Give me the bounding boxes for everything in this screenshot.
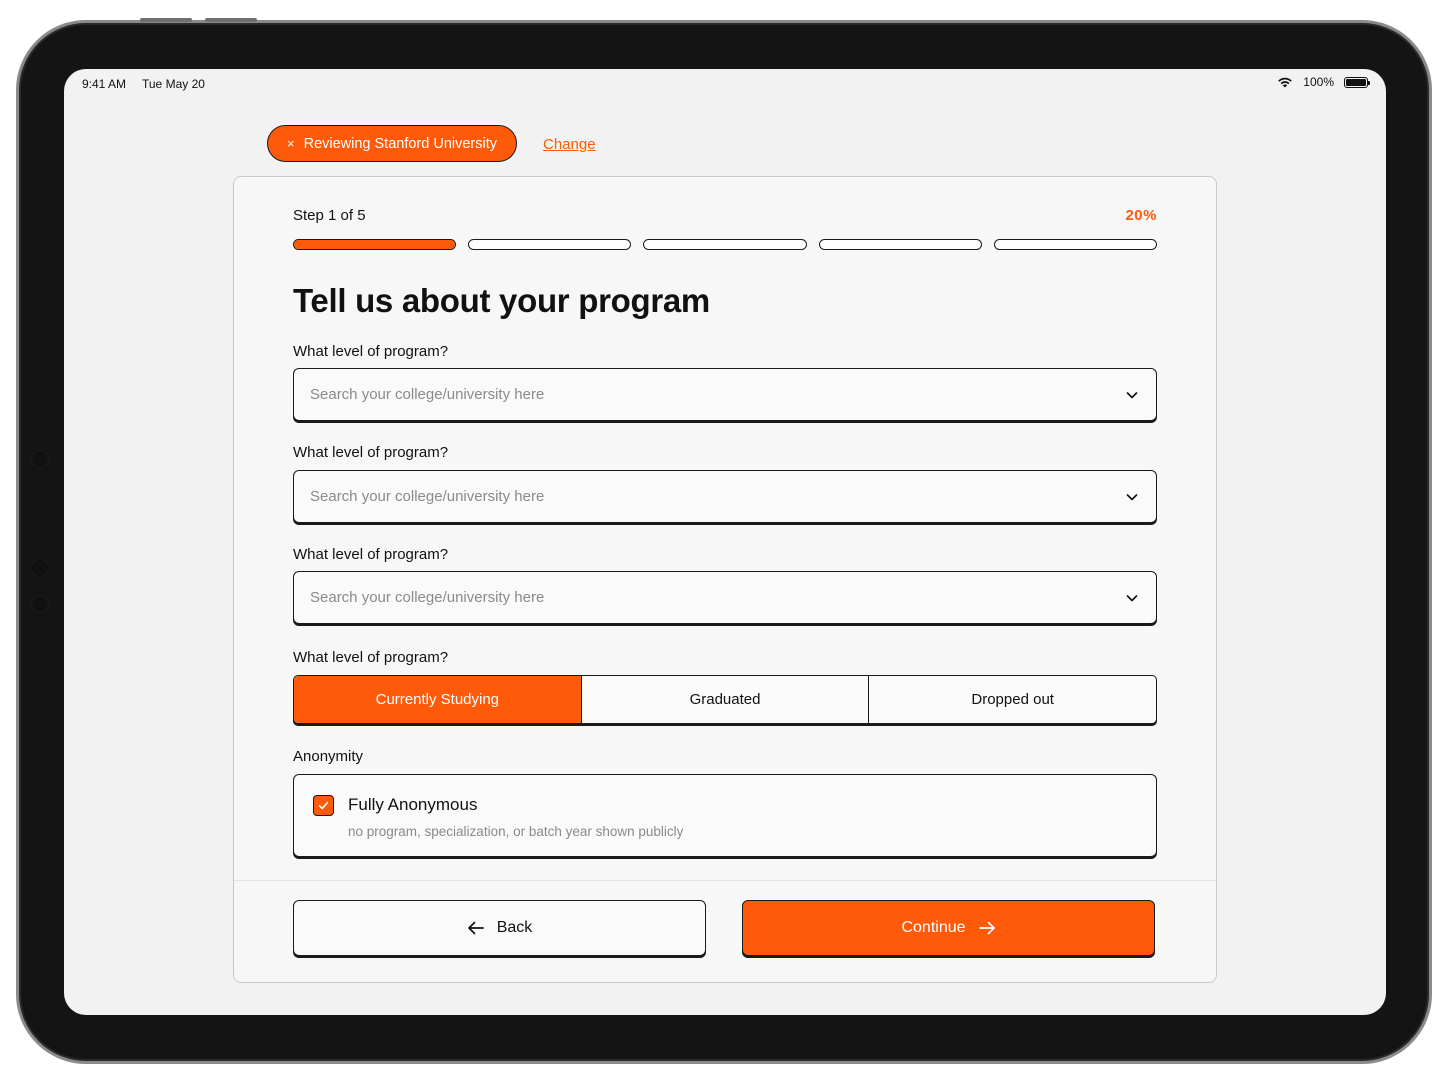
check-icon <box>318 801 329 810</box>
program-level-select[interactable]: Search your college/university here <box>293 368 1157 421</box>
battery-icon <box>1344 76 1370 88</box>
option-currently-studying[interactable]: Currently Studying <box>294 676 582 723</box>
anonymity-checkbox[interactable] <box>313 795 334 816</box>
back-button-label: Back <box>496 919 533 936</box>
side-sensor <box>31 559 49 577</box>
status-right: 100% <box>1277 75 1370 89</box>
chevron-down-icon <box>1126 594 1138 601</box>
option-graduated[interactable]: Graduated <box>582 676 870 723</box>
option-dropped-out[interactable]: Dropped out <box>869 676 1156 723</box>
arrow-right-icon <box>978 921 995 935</box>
step-label: Step 1 of 5 <box>293 207 366 224</box>
page-title: Tell us about your program <box>293 282 710 319</box>
program-level-select[interactable]: Search your college/university here <box>293 571 1157 624</box>
status-date: Tue May 20 <box>142 77 205 91</box>
battery-percent: 100% <box>1303 75 1334 89</box>
progress-segment <box>818 239 982 250</box>
status-bar: 9:41 AM Tue May 20 100% <box>64 69 1386 99</box>
progress-bar <box>293 239 1158 251</box>
step-header: Step 1 of 5 20% <box>293 207 1157 227</box>
program-level-label: What level of program? <box>293 546 449 563</box>
select-placeholder: Search your college/university here <box>310 589 545 606</box>
program-status-toggle: Currently Studying Graduated Dropped out <box>293 675 1157 724</box>
progress-segment <box>643 239 807 250</box>
volume-button <box>140 18 192 22</box>
chevron-down-icon <box>1126 493 1138 500</box>
progress-segment <box>293 239 457 250</box>
progress-segment-fill <box>294 240 456 249</box>
select-placeholder: Search your college/university here <box>310 386 545 403</box>
progress-segment <box>468 239 632 250</box>
anonymity-option-description: no program, specialization, or batch yea… <box>348 824 684 839</box>
reviewing-label: Reviewing Stanford University <box>303 135 498 152</box>
arrow-left-icon <box>467 921 484 935</box>
reviewing-pill[interactable]: × Reviewing Stanford University <box>267 125 518 162</box>
anonymity-label: Anonymity <box>293 748 364 765</box>
program-status-label: What level of program? <box>293 649 449 666</box>
continue-button[interactable]: Continue <box>742 900 1155 956</box>
anonymity-option[interactable]: Fully Anonymous no program, specializati… <box>293 774 1157 857</box>
status-time: 9:41 AM <box>82 77 127 91</box>
step-percent: 20% <box>1125 207 1157 224</box>
wifi-icon <box>1278 77 1293 88</box>
program-level-select[interactable]: Search your college/university here <box>293 470 1157 523</box>
select-placeholder: Search your college/university here <box>310 488 545 505</box>
form-card: Step 1 of 5 20% Tell us about your progr… <box>233 176 1217 983</box>
screen: 9:41 AM Tue May 20 100% × Reviewing Stan… <box>64 69 1386 1015</box>
close-icon[interactable]: × <box>287 136 295 151</box>
progress-segment <box>993 239 1158 250</box>
footer-divider <box>234 880 1216 881</box>
program-level-label: What level of program? <box>293 444 449 461</box>
chevron-down-icon <box>1126 391 1138 398</box>
side-sensor <box>31 595 49 613</box>
side-sensor <box>31 450 49 468</box>
continue-button-label: Continue <box>901 919 966 936</box>
volume-button <box>205 18 257 22</box>
program-level-label: What level of program? <box>293 343 449 360</box>
back-button[interactable]: Back <box>293 900 706 956</box>
anonymity-option-title: Fully Anonymous <box>348 795 478 814</box>
change-link[interactable]: Change <box>543 136 596 153</box>
